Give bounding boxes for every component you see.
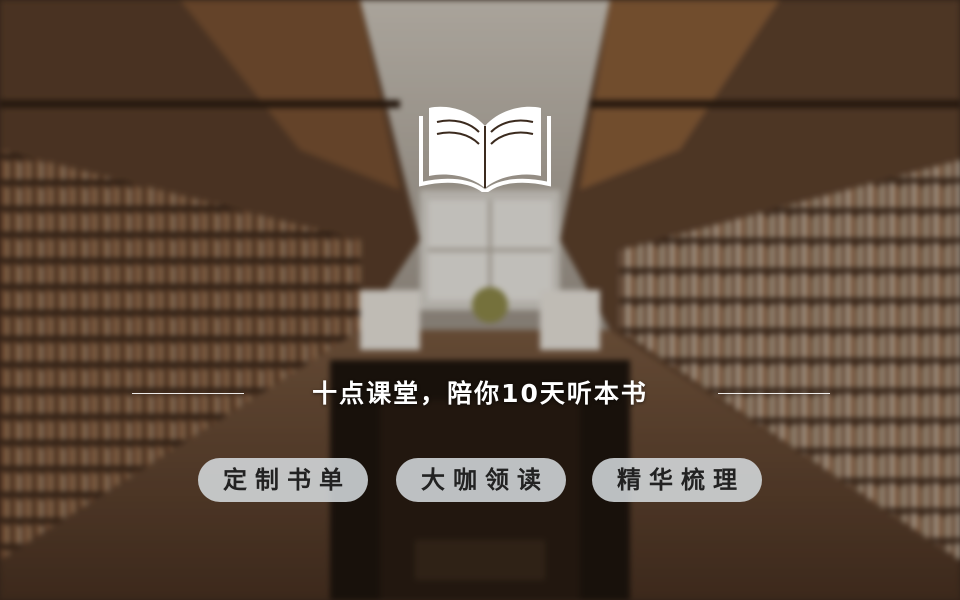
library-banner: 十点课堂，陪你10天听本书 定制书单 大咖领读 精华梳理 [0,0,960,600]
divider-right [718,393,830,394]
dark-overlay [0,0,960,600]
feature-pill-custom-booklist: 定制书单 [198,458,368,502]
feature-pill-essence-summary: 精华梳理 [592,458,762,502]
tagline: 十点课堂，陪你10天听本书 [312,379,648,408]
feature-pill-expert-reading: 大咖领读 [396,458,566,502]
open-book-icon [419,106,551,192]
